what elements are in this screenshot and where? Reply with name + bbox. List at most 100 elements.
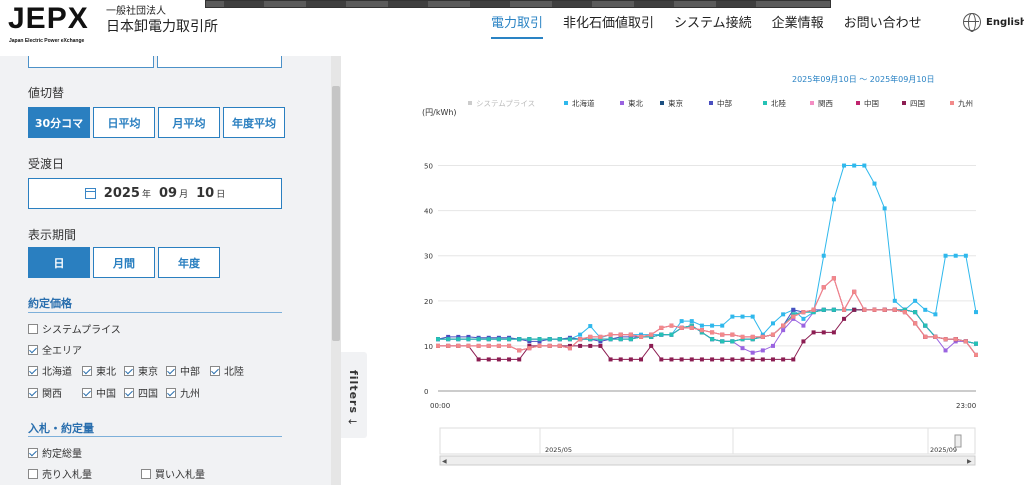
data-point	[679, 325, 684, 330]
contract-volume-checkbox[interactable]: 約定総量	[28, 445, 82, 460]
data-point	[618, 332, 623, 337]
data-point	[842, 307, 847, 312]
data-point	[760, 348, 765, 353]
area-checkbox-hokuriku[interactable]: 北陸	[210, 363, 244, 378]
data-point	[679, 325, 684, 330]
data-point	[943, 348, 948, 353]
data-point	[567, 346, 572, 351]
chart-grid: 0 10 20 30 40 50 00:00 23:00	[424, 163, 976, 410]
system-price-checkbox[interactable]: システムプライス	[28, 321, 121, 336]
legend-swatch	[620, 101, 624, 105]
data-point	[720, 339, 725, 344]
legend-item: 東京	[668, 98, 683, 108]
switch-monthly-avg-button[interactable]: 月平均	[158, 107, 220, 138]
data-point	[659, 332, 664, 337]
data-point	[902, 307, 907, 312]
sell-bid-checkbox[interactable]: 売り入札量	[28, 466, 92, 481]
data-point	[466, 337, 471, 342]
delivery-date-picker[interactable]: 2025 年 09 月 10 日	[28, 178, 282, 209]
sidebar-top-button-right[interactable]	[157, 56, 282, 68]
legend-item: 東北	[628, 98, 643, 108]
data-point	[943, 337, 948, 342]
area-checkbox-kyushu[interactable]: 九州	[166, 385, 200, 400]
data-point	[750, 357, 755, 362]
data-point	[608, 332, 613, 337]
data-point	[659, 332, 664, 337]
nav-power-trading[interactable]: 電力取引	[491, 12, 544, 39]
data-point	[831, 276, 836, 281]
area-checkbox-tokyo[interactable]: 東京	[124, 363, 158, 378]
date-day-unit: 日	[216, 190, 226, 200]
area-checkbox-chugoku[interactable]: 中国	[82, 385, 116, 400]
data-point	[578, 337, 583, 342]
data-point	[892, 307, 897, 312]
data-point	[852, 289, 857, 294]
area-checkbox-kansai[interactable]: 関西	[28, 385, 62, 400]
data-point	[669, 323, 674, 328]
data-point	[801, 310, 806, 315]
data-point	[476, 357, 481, 362]
data-point	[842, 307, 847, 312]
data-point	[862, 307, 867, 312]
area-checkbox-chubu[interactable]: 中部	[166, 363, 200, 378]
data-point	[953, 337, 958, 342]
data-point	[436, 337, 440, 342]
period-month-button[interactable]: 月間	[93, 247, 155, 278]
checkbox-box	[28, 447, 38, 458]
volume-section-title: 入札・約定量	[28, 422, 94, 435]
data-point	[730, 339, 735, 344]
period-year-button[interactable]: 年度	[158, 247, 220, 278]
buy-bid-checkbox[interactable]: 買い入札量	[141, 466, 205, 481]
data-point	[507, 337, 512, 342]
data-point	[679, 357, 684, 362]
period-day-button[interactable]: 日	[28, 247, 90, 278]
nav-company-info[interactable]: 企業情報	[772, 12, 824, 39]
checkbox-box	[124, 365, 134, 376]
switch-daily-avg-button[interactable]: 日平均	[93, 107, 155, 138]
data-point	[821, 285, 826, 290]
all-area-checkbox[interactable]: 全エリア	[28, 342, 82, 357]
language-switch[interactable]: English	[963, 13, 1024, 32]
area-checkbox-shikoku[interactable]: 四国	[124, 385, 158, 400]
date-year-unit: 年	[141, 190, 151, 200]
nav-system-connection[interactable]: システム接続	[674, 12, 752, 39]
data-point	[750, 337, 755, 342]
data-point	[862, 307, 867, 312]
checkbox-label: 中国	[96, 389, 116, 400]
sidebar-top-button-left[interactable]	[28, 56, 154, 68]
data-point	[659, 332, 664, 337]
data-point	[476, 343, 481, 348]
data-point	[842, 307, 847, 312]
data-point	[446, 343, 451, 348]
sidebar-scrollbar-thumb[interactable]	[332, 86, 340, 341]
switch-30min-button[interactable]: 30分コマ	[28, 107, 90, 138]
data-point	[699, 328, 704, 333]
data-point	[436, 337, 440, 342]
data-point	[628, 332, 633, 337]
nav-contact[interactable]: お問い合わせ	[844, 12, 922, 39]
area-checkbox-hokkaido[interactable]: 北海道	[28, 363, 72, 378]
data-point	[689, 325, 694, 330]
date-month: 09	[158, 186, 178, 201]
nav-nonfossil-trading[interactable]: 非化石価値取引	[563, 12, 654, 39]
data-point	[842, 163, 847, 168]
checkbox-label: 九州	[180, 389, 200, 400]
data-point	[852, 307, 857, 312]
data-point	[974, 352, 978, 357]
data-point	[567, 337, 572, 342]
switch-yearly-avg-button[interactable]: 年度平均	[223, 107, 285, 138]
data-point	[811, 310, 816, 315]
data-point	[862, 307, 867, 312]
data-point	[547, 343, 552, 348]
checkbox-box	[124, 387, 134, 398]
data-point	[618, 332, 623, 337]
checkbox-label: 北海道	[42, 367, 72, 378]
data-point	[872, 307, 877, 312]
data-point	[527, 343, 532, 348]
filters-toggle[interactable]: filters ←	[341, 352, 367, 438]
data-point	[567, 337, 572, 342]
jepx-logo[interactable]: JEPX Japan Electric Power eXchange	[8, 2, 98, 46]
area-checkbox-tohoku[interactable]: 東北	[82, 363, 116, 378]
data-point	[689, 323, 694, 328]
data-point	[740, 337, 745, 342]
